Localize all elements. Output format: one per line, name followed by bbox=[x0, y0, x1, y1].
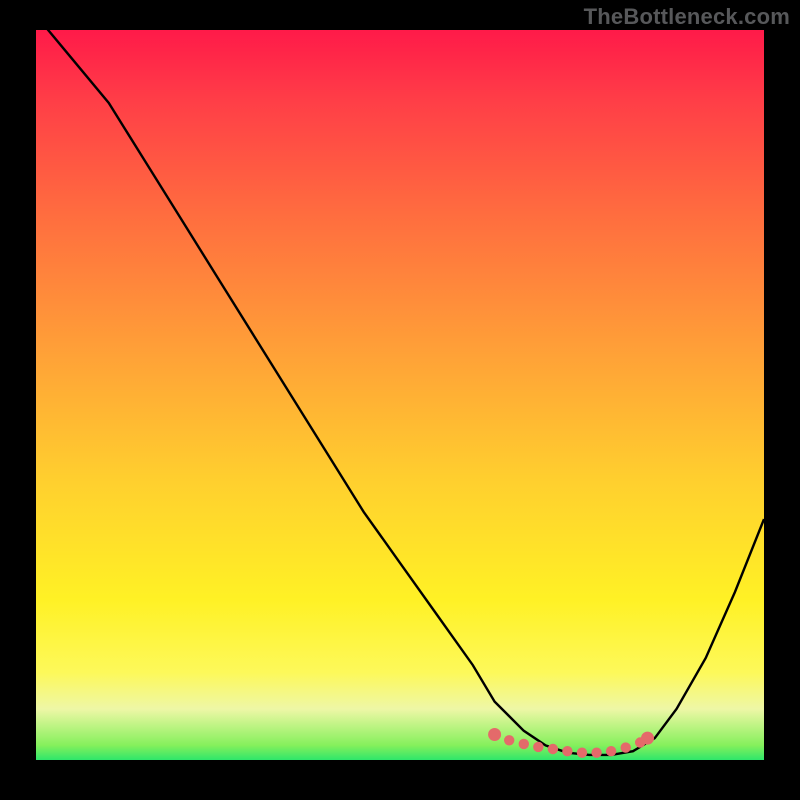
marker-dot bbox=[519, 739, 529, 749]
bottleneck-curve bbox=[36, 30, 764, 755]
marker-dot bbox=[504, 735, 514, 745]
curve-layer bbox=[36, 30, 764, 760]
marker-dot bbox=[548, 744, 558, 754]
marker-dot bbox=[641, 732, 654, 745]
marker-dot bbox=[621, 742, 631, 752]
marker-dot bbox=[591, 748, 601, 758]
chart-frame: TheBottleneck.com bbox=[0, 0, 800, 800]
marker-dot bbox=[533, 742, 543, 752]
marker-dot bbox=[577, 748, 587, 758]
marker-dot bbox=[606, 746, 616, 756]
watermark-text: TheBottleneck.com bbox=[584, 4, 790, 30]
plot-area bbox=[36, 30, 764, 760]
marker-dot bbox=[488, 728, 501, 741]
marker-dot bbox=[562, 746, 572, 756]
highlight-markers bbox=[488, 728, 654, 758]
